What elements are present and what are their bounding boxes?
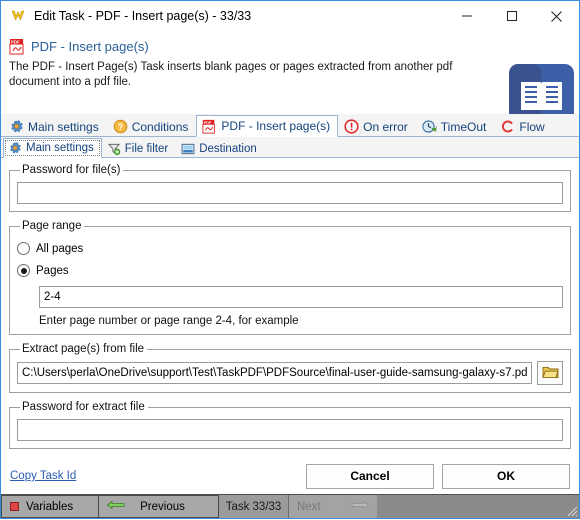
task-description: The PDF - Insert Page(s) Task inserts bl… (9, 61, 453, 88)
title-bar: Edit Task - PDF - Insert page(s) - 33/33 (1, 1, 579, 31)
password-for-extract-input[interactable] (17, 419, 563, 441)
variables-indicator-icon (10, 502, 19, 511)
resize-grip-icon[interactable] (564, 503, 578, 517)
close-icon[interactable] (534, 1, 579, 31)
destination-icon (181, 142, 195, 156)
sub-tab-strip: Main settings File filter Destination (1, 137, 579, 158)
page-range-hint: Enter page number or page range 2-4, for… (39, 315, 299, 327)
tab-label: PDF - Insert page(s) (221, 119, 331, 133)
vanilla-logo-icon (9, 7, 27, 25)
radio-pages-label: Pages (36, 264, 69, 277)
maximize-icon[interactable] (489, 1, 534, 31)
password-for-files-input[interactable] (17, 182, 563, 204)
window-controls (444, 1, 579, 31)
password-for-extract-file-group: Password for extract file (9, 401, 571, 449)
question-mark-icon: ? (113, 119, 128, 134)
main-tab-strip: Main settings ? Conditions PDF PDF - Ins… (1, 114, 579, 137)
error-icon (344, 119, 359, 134)
window-title: Edit Task - PDF - Insert page(s) - 33/33 (34, 9, 252, 23)
extract-pages-from-file-group: Extract page(s) from file (9, 343, 571, 393)
password-for-extract-legend: Password for extract file (22, 401, 145, 413)
page-range-legend: Page range (22, 220, 82, 232)
task-counter: Task 33/33 (219, 495, 289, 518)
tab-label: On error (363, 119, 408, 134)
gear-icon (9, 119, 24, 134)
tab-on-error[interactable]: On error (338, 115, 416, 137)
status-bar-filler (377, 495, 579, 518)
status-bar: Variables Previous Task 33/33 Next (1, 494, 579, 518)
gear-icon (8, 141, 22, 155)
tab-main-settings[interactable]: Main settings (3, 115, 107, 137)
radio-all-pages-indicator[interactable] (17, 242, 30, 255)
flow-icon (500, 119, 515, 134)
tab-pdf-insert-pages[interactable]: PDF PDF - Insert page(s) (196, 115, 339, 137)
tab-timeout[interactable]: TimeOut (416, 115, 495, 137)
task-title: PDF - Insert page(s) (31, 38, 149, 54)
folder-icon (541, 365, 559, 382)
tab-label: Main settings (28, 119, 99, 134)
form-body: Password for file(s) Page range All page… (1, 158, 579, 458)
radio-all-pages-label: All pages (36, 242, 84, 255)
ok-button[interactable]: OK (442, 463, 570, 489)
dialog-footer: Copy Task Id Cancel OK (1, 458, 579, 494)
password-for-files-group: Password for file(s) (9, 164, 571, 212)
edit-task-dialog: Edit Task - PDF - Insert page(s) - 33/33… (0, 0, 580, 519)
subtab-label: File filter (124, 142, 169, 155)
subtab-label: Main settings (26, 142, 94, 154)
task-header-title-row: PDF PDF - Insert page(s) (9, 36, 571, 56)
subtab-label: Destination (199, 142, 257, 155)
timeout-icon (422, 119, 437, 134)
variables-button[interactable]: Variables (1, 495, 99, 518)
extract-file-path-input[interactable] (17, 362, 532, 384)
copy-task-id-link[interactable]: Copy Task Id (10, 470, 76, 482)
svg-text:?: ? (117, 122, 123, 132)
previous-label: Previous (140, 500, 185, 513)
radio-all-pages[interactable]: All pages (17, 238, 563, 259)
arrow-left-icon (106, 500, 125, 513)
next-button[interactable]: Next (289, 495, 377, 518)
tab-label: Flow (519, 119, 545, 134)
tab-flow[interactable]: Flow (494, 115, 552, 137)
page-range-group: Page range All pages Pages Enter page nu… (9, 220, 571, 335)
radio-pages-indicator[interactable] (17, 264, 30, 277)
pdf-file-icon: PDF (9, 38, 26, 55)
funnel-icon (107, 142, 121, 156)
arrow-right-icon (351, 500, 370, 513)
pages-range-input[interactable] (39, 286, 563, 308)
variables-label: Variables (26, 500, 74, 513)
next-label: Next (297, 500, 321, 513)
pages-input-wrap (39, 286, 563, 308)
tab-label: TimeOut (440, 119, 487, 134)
pdf-file-icon: PDF (202, 119, 217, 134)
tab-label: Conditions (131, 119, 189, 134)
task-header: PDF PDF - Insert page(s) The PDF - Inser… (1, 31, 579, 129)
minimize-icon[interactable] (444, 1, 489, 31)
previous-button[interactable]: Previous (99, 495, 219, 518)
tab-conditions[interactable]: ? Conditions (107, 115, 197, 137)
subtab-file-filter[interactable]: File filter (102, 138, 176, 158)
cancel-button[interactable]: Cancel (306, 463, 434, 489)
subtab-main-settings[interactable]: Main settings (3, 138, 102, 158)
password-for-files-legend: Password for file(s) (22, 164, 121, 176)
subtab-destination[interactable]: Destination (176, 138, 265, 158)
radio-pages[interactable]: Pages (17, 260, 563, 281)
extract-pages-legend: Extract page(s) from file (22, 343, 145, 355)
browse-file-button[interactable] (537, 361, 563, 385)
extract-file-row (17, 361, 563, 385)
